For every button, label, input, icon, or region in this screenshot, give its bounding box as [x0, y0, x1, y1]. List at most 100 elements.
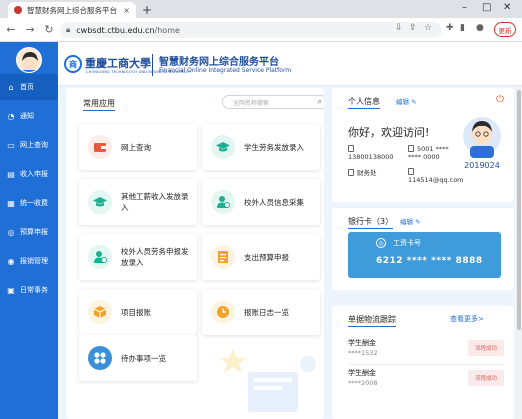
search-icon[interactable]: ⌕	[318, 97, 322, 107]
sidebar-item-income[interactable]: ▤ 收入申报	[0, 161, 58, 187]
sidebar-panel-icon[interactable]: ▮	[460, 23, 465, 33]
clock-icon	[211, 300, 235, 324]
app-label: 待办事项一览	[121, 353, 166, 363]
grid-icon	[88, 346, 112, 370]
divider	[348, 364, 506, 365]
common-apps-title: 常用应用	[83, 98, 115, 111]
personal-edit-link[interactable]: 编辑 ✎	[396, 96, 417, 106]
sidebar-item-home[interactable]: ⌂ 首页	[0, 74, 58, 100]
sidebar-item-fees[interactable]: ▦ 统一收费	[0, 190, 58, 216]
tracking-item-name: 学生酬金	[348, 339, 376, 347]
sidebar-item-label: 统一收费	[20, 199, 48, 207]
browser-tab[interactable]: 智慧财务网上综合服务平台 ×	[8, 2, 136, 18]
app-label: 项目报账	[121, 307, 151, 317]
app-online-query[interactable]: 网上查询	[79, 124, 197, 170]
email-info: 114514@qq.com	[408, 168, 464, 184]
profile-icon[interactable]: ●	[476, 23, 484, 33]
personal-info-title: 个人信息	[348, 96, 380, 109]
bookmark-star-icon[interactable]: ☆	[424, 23, 432, 33]
app-todo-list[interactable]: 待办事项一览	[79, 335, 197, 381]
minimize-icon[interactable]: –	[462, 2, 467, 13]
app-reimburse-log[interactable]: 报账日志一览	[202, 289, 320, 335]
user-pay-icon	[88, 245, 112, 269]
document-list-icon	[211, 245, 235, 269]
new-tab-button[interactable]: +	[142, 3, 152, 17]
site-favicon-icon	[14, 6, 22, 14]
greeting-text: 你好，欢迎访问!	[348, 126, 430, 139]
sidebar-item-label: 报销管理	[20, 257, 48, 265]
bank-card-title: 银行卡（3）	[348, 216, 394, 229]
app-label: 报账日志一览	[244, 307, 289, 317]
back-arrow-icon[interactable]: ←	[3, 23, 19, 36]
income-icon: ▤	[7, 169, 15, 179]
tracking-item[interactable]: 学生酬金 ****1532 流程成功	[348, 338, 506, 364]
update-button[interactable]: 更新	[494, 22, 516, 37]
window-close-icon[interactable]: ✕	[503, 2, 511, 13]
app-expense-budget[interactable]: 支出预算申报	[202, 234, 320, 280]
address-bar[interactable]: 🔒︎ cwbsdt.ctbu.edu.cn/home	[60, 22, 442, 38]
sidebar-item-budget[interactable]: ◎ 预算申报	[0, 219, 58, 245]
bank-card[interactable]: ◎ 工资卡号 6212 **** **** 8888	[348, 232, 501, 278]
header-divider	[152, 54, 153, 76]
reload-icon[interactable]: ↻	[41, 23, 57, 36]
bank-card-panel: 银行卡（3） 编辑 ✎ ◎ 工资卡号 6212 **** **** 8888	[332, 208, 514, 290]
extensions-icon[interactable]: ✚	[446, 23, 454, 33]
sidebar-item-label: 首页	[20, 83, 34, 91]
main-content: 常用应用 全网名称搜索 ⌕ 网上查询 学生劳务发放录入 其他工薪收入发放录入 校…	[58, 86, 522, 419]
edit-icon: ✎	[411, 98, 417, 106]
tracking-item[interactable]: 学生酬金 ****2008 流程成功	[348, 368, 506, 394]
bank-logo-icon: ◎	[376, 238, 386, 248]
app-external-info[interactable]: 校外人员信息采集	[202, 179, 320, 225]
university-logo-icon: 商	[64, 55, 82, 73]
forward-arrow-icon[interactable]: →	[22, 23, 38, 36]
view-more-link[interactable]: 查看更多>	[450, 314, 484, 324]
status-badge: 流程成功	[468, 370, 504, 386]
app-search-input[interactable]: 全网名称搜索 ⌕	[222, 95, 324, 109]
sidebar-item-label: 收入申报	[20, 170, 48, 178]
app-student-labor[interactable]: 学生劳务发放录入	[202, 124, 320, 170]
system-title: 智慧财务网上综合服务平台	[159, 57, 279, 68]
id-card-icon	[408, 145, 414, 152]
avatar[interactable]	[16, 47, 42, 73]
edit-icon: ✎	[415, 218, 421, 226]
share-icon[interactable]: ⇪	[409, 23, 417, 33]
page-header: 商 重慶工商大學 CHONGQING TECHNOLOGY AND BUSINE…	[58, 42, 522, 86]
mail-icon	[408, 168, 414, 175]
graduation-cap-icon	[88, 190, 112, 214]
user-info-icon	[211, 190, 235, 214]
bank-edit-link[interactable]: 编辑 ✎	[400, 216, 421, 226]
app-label: 校外人员劳务申报发放录入	[121, 247, 189, 267]
sidebar-item-online-query[interactable]: ▭ 网上查询	[0, 132, 58, 158]
system-subtitle: Financial Online Integrated Service Plat…	[159, 67, 292, 74]
download-icon[interactable]: ⇩	[395, 23, 403, 33]
search-placeholder: 全网名称搜索	[233, 99, 270, 107]
app-label: 网上查询	[121, 142, 151, 152]
student-id: 2019024	[464, 161, 500, 170]
tracking-item-number: ****1532	[348, 349, 378, 357]
sidebar-item-affairs[interactable]: ▣ 日常事务	[0, 277, 58, 303]
university-name: 重慶工商大學	[85, 57, 151, 70]
maximize-icon[interactable]: □	[482, 2, 491, 13]
app-project-reimburse[interactable]: 项目报账	[79, 289, 197, 335]
sidebar-item-notice[interactable]: ◔ 通知	[0, 103, 58, 129]
app-external-labor[interactable]: 校外人员劳务申报发放录入	[79, 234, 197, 280]
lock-icon: 🔒︎	[66, 25, 71, 34]
tracking-item-name: 学生酬金	[348, 369, 376, 377]
app-label: 学生劳务发放录入	[244, 142, 304, 152]
page-scrollbar[interactable]	[516, 86, 522, 419]
app-other-salary[interactable]: 其他工薪收入发放录入	[79, 179, 197, 225]
sidebar-item-label: 日常事务	[20, 286, 48, 294]
sidebar-item-reimburse[interactable]: ◉ 报销管理	[0, 248, 58, 274]
wallet-icon	[88, 135, 112, 159]
app-label: 校外人员信息采集	[244, 197, 304, 207]
tab-close-icon[interactable]: ×	[123, 6, 130, 15]
scrollbar-thumb[interactable]	[517, 90, 521, 330]
browser-tab-bar: 智慧财务网上综合服务平台 × + – □ ✕	[0, 0, 522, 18]
power-icon[interactable]: ⏻	[496, 94, 504, 105]
app-label: 其他工薪收入发放录入	[121, 192, 189, 212]
phone-info: 13800138000	[348, 145, 404, 161]
building-icon	[348, 169, 354, 176]
bank-name: 工资卡号	[393, 239, 421, 247]
id-card-info: 5001 **** **** 0000	[408, 145, 449, 161]
sidebar-item-label: 通知	[20, 112, 34, 120]
